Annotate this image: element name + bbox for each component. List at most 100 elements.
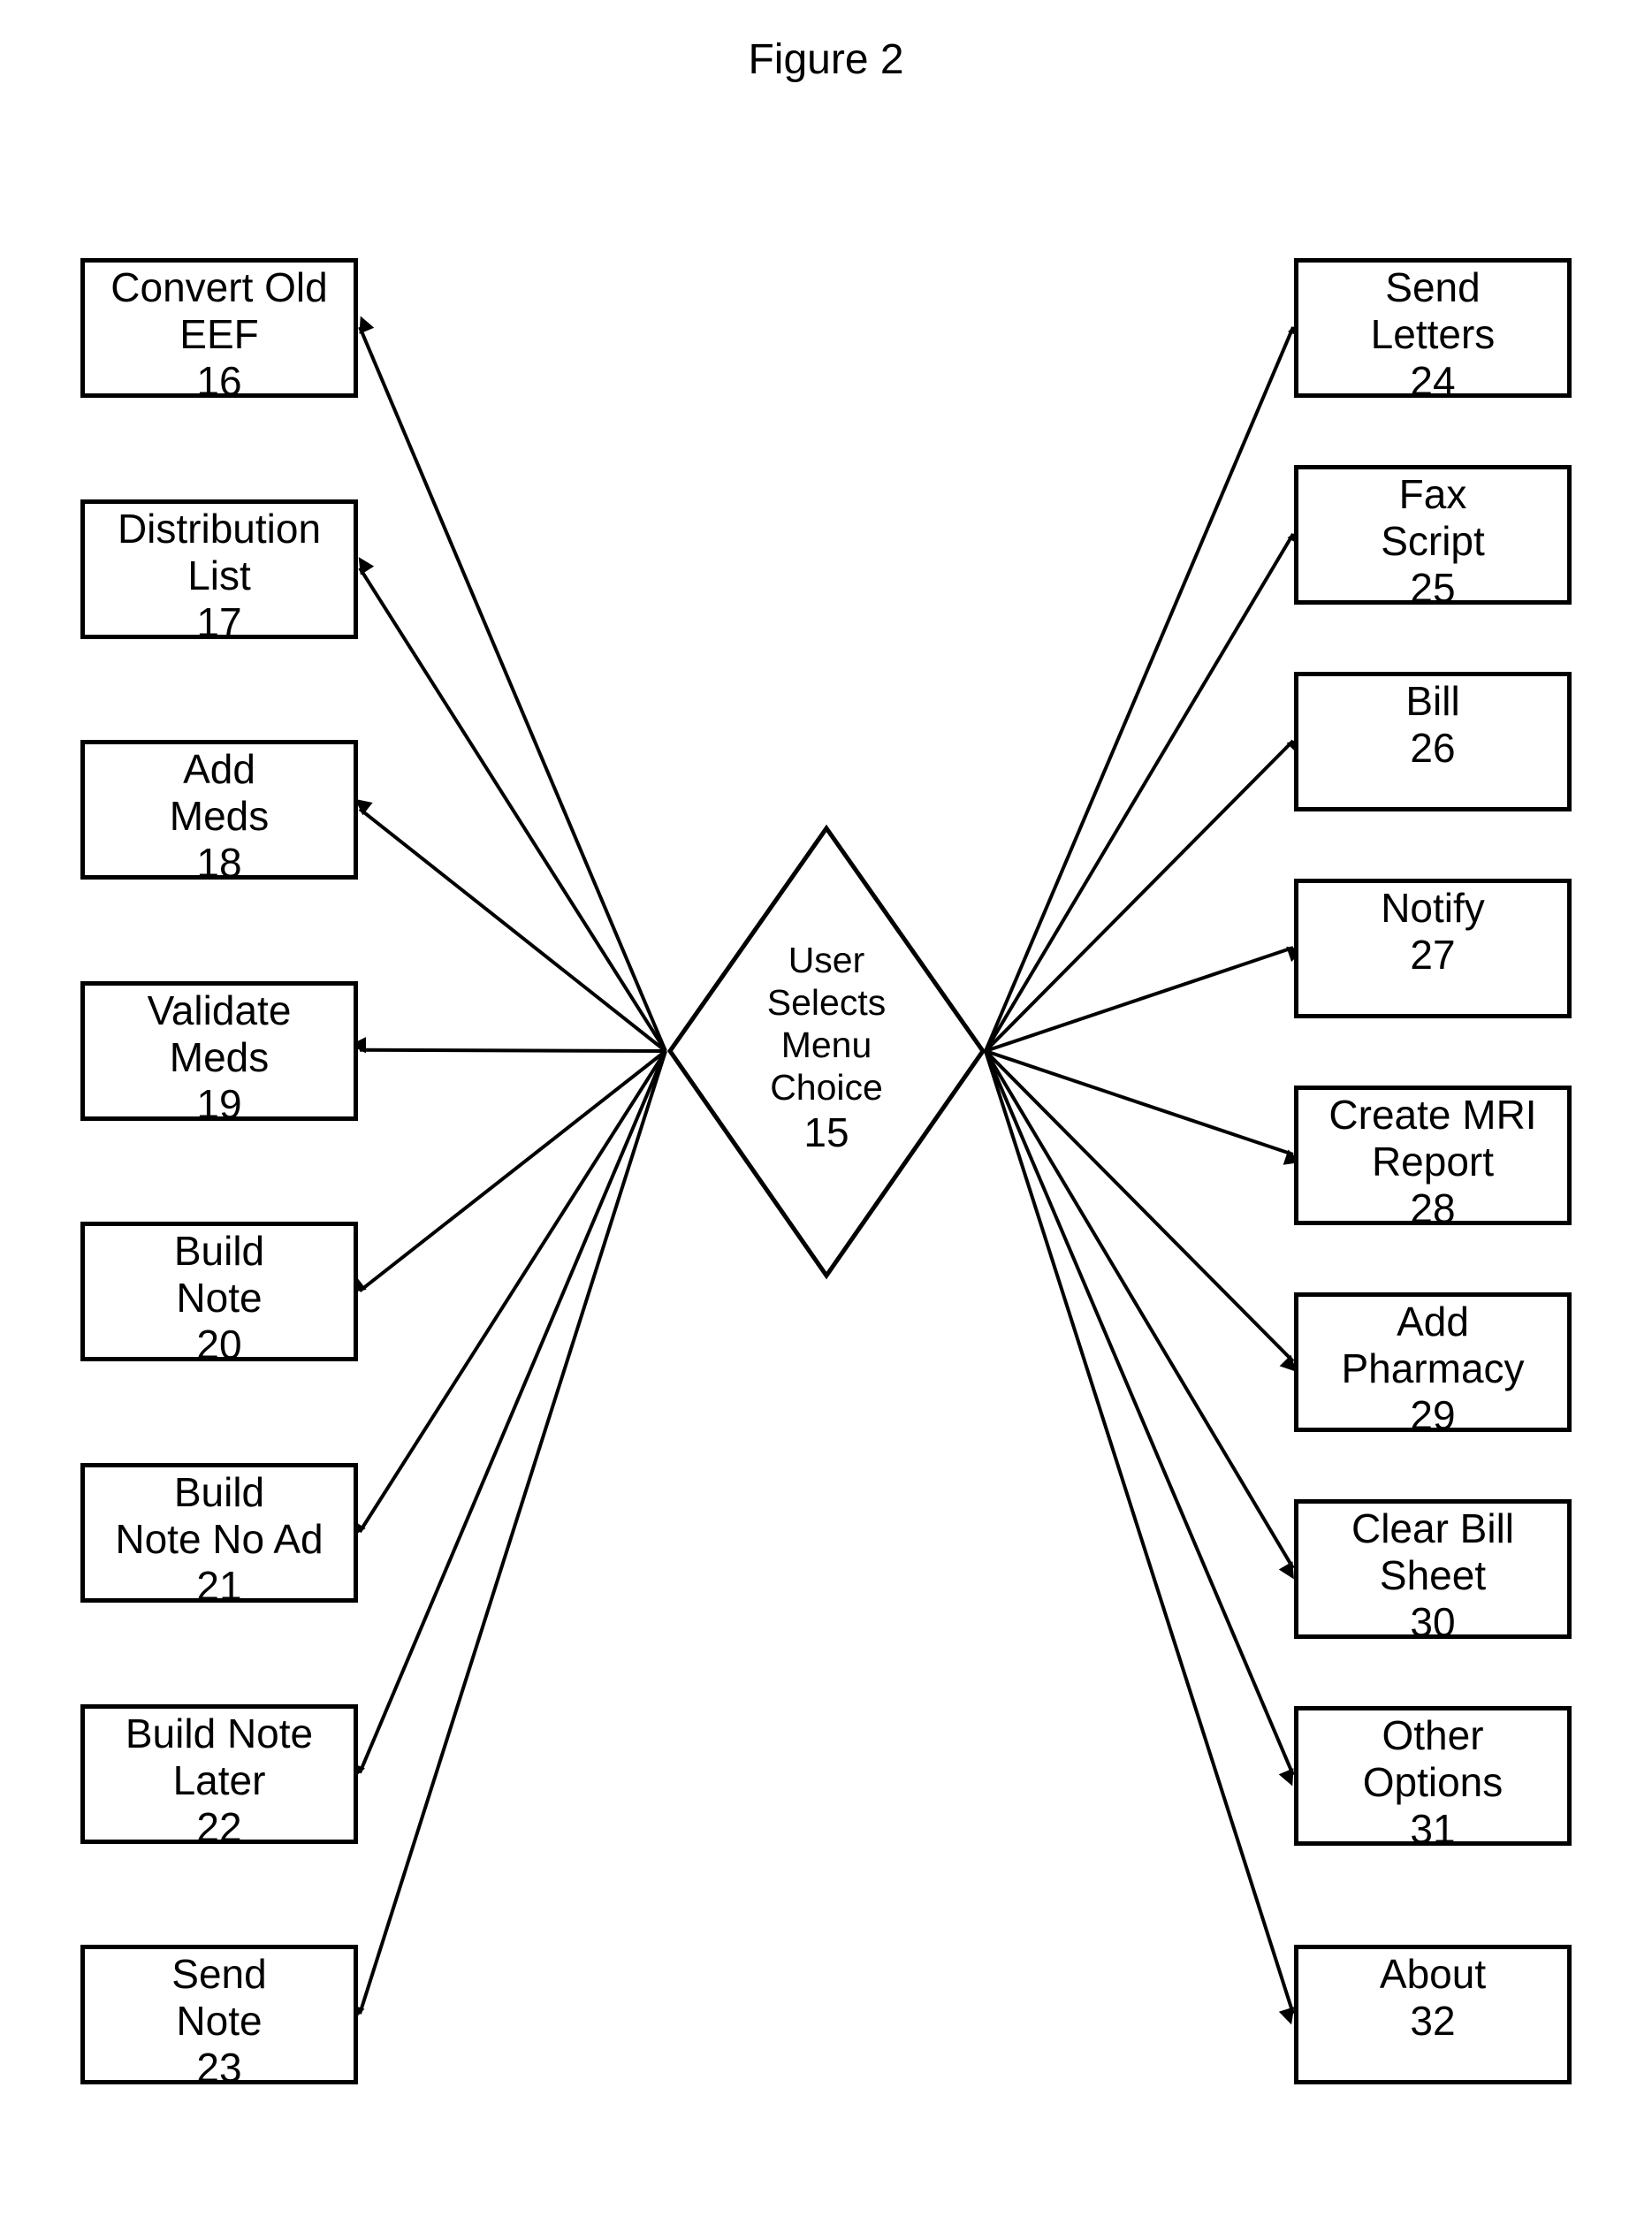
arrow-15-to-29 xyxy=(984,1049,1297,1372)
menu-box-label: Fax Script 25 xyxy=(1298,471,1567,612)
menu-box-line: Build xyxy=(173,1228,265,1275)
menu-box-22: Build Note Later 22 xyxy=(80,1703,358,1850)
menu-box-19: Validate Meds 19 xyxy=(80,980,358,1127)
menu-box-30: Clear Bill Sheet 30 xyxy=(1294,1499,1572,1645)
menu-box-line: Clear Bill xyxy=(1351,1505,1515,1551)
arrow-15-to-20 xyxy=(348,1049,667,1293)
menu-box-label: Notify 27 xyxy=(1298,885,1567,979)
menu-box-number: 16 xyxy=(196,358,242,404)
menu-box-label: Add Meds 18 xyxy=(85,746,354,887)
decision-line: Choice xyxy=(770,1067,883,1108)
menu-box-20: Build Note 20 xyxy=(80,1222,358,1368)
menu-box-line: Notify xyxy=(1381,885,1485,931)
menu-box-line: Meds xyxy=(169,1033,270,1080)
menu-box-23: Send Note 23 xyxy=(80,1945,358,2091)
menu-box-label: Other Options 31 xyxy=(1298,1712,1567,1853)
menu-box-number: 19 xyxy=(196,1080,242,1127)
arrow-15-to-19 xyxy=(349,1037,666,1054)
decision-line: User xyxy=(788,940,865,980)
menu-box-number: 24 xyxy=(1410,358,1456,404)
arrow-15-to-18 xyxy=(354,798,667,1053)
menu-box-number: 28 xyxy=(1410,1185,1456,1231)
menu-box-28: Create MRI Report 28 xyxy=(1294,1086,1572,1231)
menu-box-number: 30 xyxy=(1410,1599,1456,1645)
menu-box-label: Build Note No Ad 21 xyxy=(85,1469,354,1610)
menu-box-29: Add Pharmacy 29 xyxy=(1294,1292,1572,1438)
menu-box-line: List xyxy=(187,552,251,598)
menu-box-24: Send Letters 24 xyxy=(1294,258,1572,404)
menu-box-line: Note xyxy=(176,1275,263,1322)
menu-box-line: Later xyxy=(172,1756,266,1803)
menu-box-number: 32 xyxy=(1410,1998,1456,2044)
menu-box-line: Create MRI xyxy=(1328,1092,1537,1138)
menu-box-line: Build xyxy=(173,1469,265,1515)
menu-box-line: Report xyxy=(1371,1139,1495,1185)
menu-box-label: Convert Old EEF 16 xyxy=(85,264,354,405)
menu-box-line: Add xyxy=(183,746,255,793)
menu-box-26: Bill 26 xyxy=(1294,672,1572,811)
menu-box-label: Build Note 20 xyxy=(85,1228,354,1368)
arrow-15-to-21 xyxy=(350,1049,667,1538)
arrow-15-to-16 xyxy=(358,316,667,1052)
menu-box-label: Add Pharmacy 29 xyxy=(1298,1299,1567,1439)
menu-box-line: Send xyxy=(171,1951,267,1998)
decision-line: Menu xyxy=(780,1025,872,1065)
menu-box-label: Clear Bill Sheet 30 xyxy=(1298,1505,1567,1646)
menu-box-25: Fax Script 25 xyxy=(1294,465,1572,611)
menu-box-number: 29 xyxy=(1410,1392,1456,1438)
arrow-15-to-23 xyxy=(349,1050,667,2023)
menu-box-18: Add Meds 18 xyxy=(80,740,358,886)
menu-box-line: Other xyxy=(1382,1712,1484,1758)
decision-line: Selects xyxy=(766,982,887,1023)
menu-box-number: 26 xyxy=(1410,725,1456,771)
menu-box-line: Note xyxy=(176,1998,263,2045)
menu-box-21: Build Note No Ad 21 xyxy=(80,1463,358,1609)
menu-box-number: 27 xyxy=(1410,932,1456,978)
figure-title: Figure 2 xyxy=(748,36,904,83)
decision-number: 15 xyxy=(803,1109,849,1155)
menu-box-line: Build Note xyxy=(125,1710,314,1756)
menu-box-line: EEF xyxy=(179,311,259,357)
menu-box-line: Add xyxy=(1397,1299,1469,1345)
arrow-15-to-31 xyxy=(984,1050,1295,1787)
menu-box-line: Sheet xyxy=(1379,1552,1487,1598)
arrow-15-to-17 xyxy=(358,557,667,1053)
arrow-15-to-26 xyxy=(984,736,1304,1053)
menu-box-number: 18 xyxy=(196,840,242,887)
arrow-15-to-30 xyxy=(984,1049,1295,1580)
menu-box-line: Script xyxy=(1381,518,1485,564)
menu-box-label: Bill 26 xyxy=(1298,678,1567,772)
menu-box-line: Letters xyxy=(1370,311,1496,357)
menu-box-number: 17 xyxy=(196,598,242,645)
decision-label: User Selects Menu Choice 15 xyxy=(694,939,959,1157)
arrow-15-to-25 xyxy=(984,528,1303,1053)
menu-box-label: Send Note 23 xyxy=(85,1951,354,2091)
menu-box-17: Distribution List 17 xyxy=(80,499,358,645)
arrow-15-to-22 xyxy=(350,1050,667,1780)
menu-box-number: 21 xyxy=(196,1563,242,1609)
menu-box-16: Convert Old EEF 16 xyxy=(80,258,358,404)
menu-box-line: Distribution xyxy=(117,505,322,552)
menu-box-number: 23 xyxy=(196,2045,242,2091)
menu-box-line: Validate xyxy=(147,987,292,1033)
menu-box-number: 31 xyxy=(1410,1806,1456,1852)
menu-box-line: Options xyxy=(1362,1759,1504,1805)
menu-box-label: Distribution List 17 xyxy=(85,506,354,646)
menu-box-label: Validate Meds 19 xyxy=(85,987,354,1128)
menu-box-line: Fax xyxy=(1398,471,1467,517)
menu-box-line: Convert Old xyxy=(110,264,328,310)
menu-box-31: Other Options 31 xyxy=(1294,1706,1572,1852)
menu-box-number: 25 xyxy=(1410,565,1456,611)
menu-box-label: Send Letters 24 xyxy=(1298,264,1567,405)
menu-box-label: Build Note Later 22 xyxy=(85,1710,354,1851)
arrow-15-to-28 xyxy=(985,1049,1301,1165)
menu-box-line: Note No Ad xyxy=(115,1516,324,1562)
menu-box-line: Pharmacy xyxy=(1341,1345,1525,1391)
arrow-15-to-24 xyxy=(984,319,1303,1052)
menu-box-label: Create MRI Report 28 xyxy=(1298,1092,1567,1232)
arrow-15-to-32 xyxy=(984,1050,1295,2025)
menu-box-32: About 32 xyxy=(1294,1945,1572,2084)
arrow-15-to-27 xyxy=(985,946,1305,1053)
menu-box-label: About 32 xyxy=(1298,1951,1567,2045)
menu-box-line: Bill xyxy=(1405,678,1460,724)
